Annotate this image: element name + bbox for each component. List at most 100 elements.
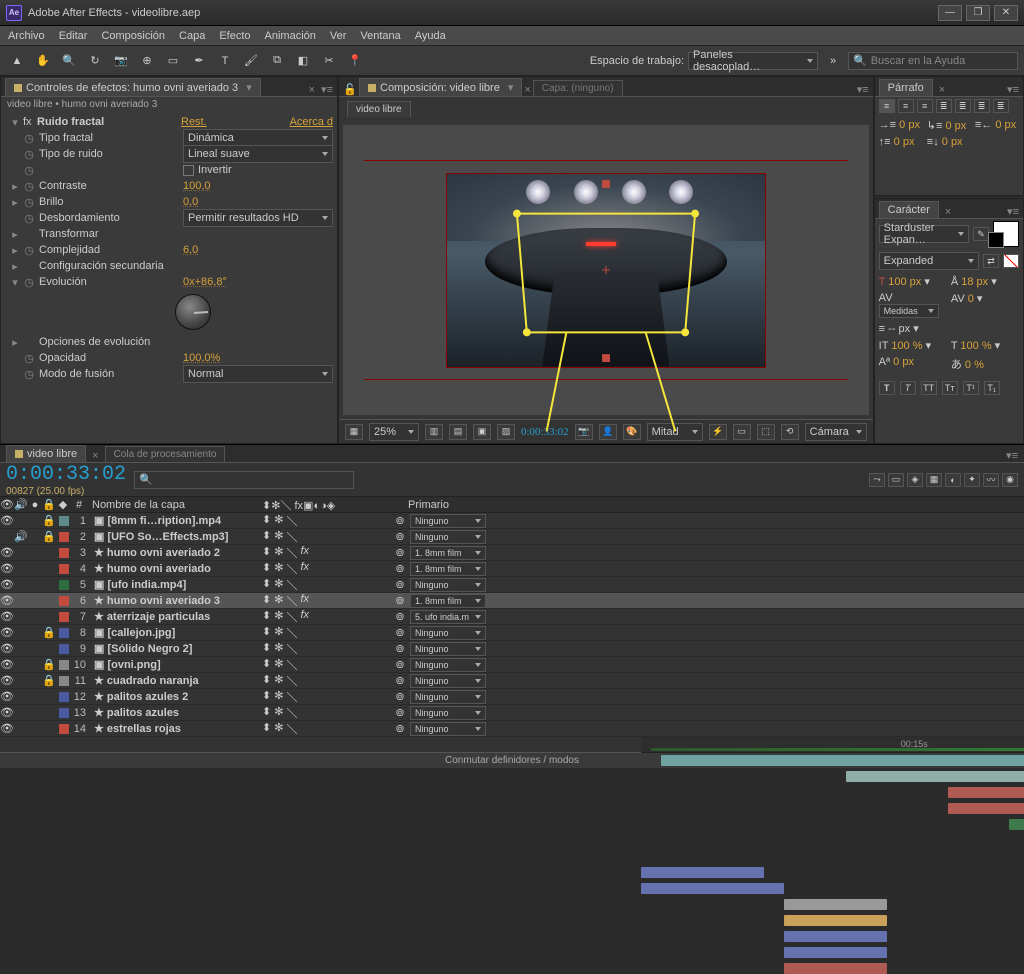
layer-switches[interactable]: ⬍✻＼fx [260, 561, 390, 577]
snapshot-icon[interactable]: 📷 [575, 424, 593, 440]
lock-icon[interactable]: 🔒 [42, 658, 56, 671]
indent-first-value[interactable]: ↳≡ 0 px [927, 119, 971, 132]
brush-tool-icon[interactable]: 🖌 [240, 50, 262, 72]
property-value[interactable]: 6,0 [183, 244, 198, 256]
parent-pickwhip-icon[interactable]: ⊚ [390, 546, 410, 559]
parent-select[interactable]: Ninguno [410, 578, 486, 592]
graph-editor-icon[interactable]: 〰 [983, 473, 999, 487]
stopwatch-icon[interactable]: ◷ [23, 164, 35, 177]
pen-tool-icon[interactable]: ✒ [188, 50, 210, 72]
subscript-icon[interactable]: T₁ [984, 381, 1000, 395]
expand-arrow-icon[interactable]: ▸ [11, 228, 19, 241]
zoom-select[interactable]: 25% [369, 423, 419, 441]
layer-bar[interactable] [1009, 819, 1024, 830]
menu-item[interactable]: Ventana [360, 30, 400, 42]
menu-item[interactable]: Editar [59, 30, 88, 42]
anchor-tool-icon[interactable]: ⊕ [136, 50, 158, 72]
color-label[interactable] [59, 628, 69, 638]
minimize-button[interactable]: — [938, 5, 962, 21]
space-after-value[interactable]: ≡↓ 0 px [927, 136, 971, 148]
menu-item[interactable]: Animación [265, 30, 316, 42]
parent-select[interactable]: Ninguno [410, 530, 486, 544]
space-before-value[interactable]: ↑≡ 0 px [879, 136, 923, 148]
layer-row[interactable]: 👁🔒10▣ [ovni.png]⬍✻＼⊚Ninguno [0, 657, 1024, 673]
baseline-value[interactable]: Aª 0 px [879, 356, 947, 372]
close-button[interactable]: ✕ [994, 5, 1018, 21]
layer-bar[interactable] [784, 963, 886, 974]
layer-name[interactable]: ★ humo ovni averiado 2 [90, 546, 260, 559]
menu-item[interactable]: Composición [101, 30, 165, 42]
viewer-timecode[interactable]: 0:00:33:02 [521, 426, 569, 438]
layer-name[interactable]: ★ estrellas rojas [90, 722, 260, 735]
panel-menu-icon[interactable]: ▾≡ [1007, 205, 1019, 218]
layer-row[interactable]: 👁6★ humo ovni averiado 3⬍✻＼fx⊚1. 8mm fil… [0, 593, 1024, 609]
parent-pickwhip-icon[interactable]: ⊚ [390, 626, 410, 639]
indent-right-value[interactable]: ≡← 0 px [975, 119, 1019, 132]
layer-switches[interactable]: ⬍✻＼ [260, 641, 390, 657]
about-link[interactable]: Acerca d [290, 116, 333, 128]
visibility-icon[interactable]: 👁 [0, 610, 14, 623]
panel-menu-icon[interactable]: ▾≡ [1006, 449, 1018, 462]
layer-search[interactable]: 🔍 [134, 471, 354, 489]
visibility-icon[interactable]: 👁 [0, 562, 14, 575]
parent-pickwhip-icon[interactable]: ⊚ [390, 578, 410, 591]
allcaps-icon[interactable]: TT [921, 381, 937, 395]
parent-select[interactable]: Ninguno [410, 514, 486, 528]
parent-pickwhip-icon[interactable]: ⊚ [390, 690, 410, 703]
layer-switches[interactable]: ⬍✻＼ [260, 657, 390, 673]
menu-item[interactable]: Ver [330, 30, 347, 42]
menu-item[interactable]: Archivo [8, 30, 45, 42]
color-label[interactable] [59, 676, 69, 686]
timeline-timecode[interactable]: 0:00:33:02 [6, 463, 126, 486]
effect-name[interactable]: Ruido fractal [37, 116, 177, 128]
rotate-tool-icon[interactable]: ↻ [84, 50, 106, 72]
zoom-tool-icon[interactable]: 🔍 [58, 50, 80, 72]
color-label[interactable] [59, 532, 69, 542]
layer-switches[interactable]: ⬍✻＼ [260, 673, 390, 689]
parent-select[interactable]: Ninguno [410, 722, 486, 736]
layer-name[interactable]: ★ palitos azules 2 [90, 690, 260, 703]
layer-switches[interactable]: ⬍✻＼ [260, 625, 390, 641]
layer-row[interactable]: 👁4★ humo ovni averiado⬍✻＼fx⊚1. 8mm film [0, 561, 1024, 577]
layer-bar[interactable] [784, 931, 886, 942]
layer-row[interactable]: 👁3★ humo ovni averiado 2⬍✻＼fx⊚1. 8mm fil… [0, 545, 1024, 561]
expand-arrow-icon[interactable]: ▸ [11, 336, 19, 349]
video-col-icon[interactable]: 👁 [0, 498, 14, 511]
layer-row[interactable]: 👁9▣ [Sólido Negro 2]⬍✻＼⊚Ninguno [0, 641, 1024, 657]
color-label[interactable] [59, 596, 69, 606]
viewer-stage[interactable] [343, 125, 869, 415]
visibility-icon[interactable]: 👁 [0, 674, 14, 687]
layer-bar[interactable] [784, 915, 886, 926]
parent-pickwhip-icon[interactable]: ⊚ [390, 706, 410, 719]
frame-blend-icon[interactable]: ▦ [926, 473, 942, 487]
property-value[interactable]: 100,0 [183, 180, 211, 192]
layer-switches[interactable]: ⬍✻＼ [260, 577, 390, 593]
color-label[interactable] [59, 516, 69, 526]
font-family-select[interactable]: Starduster Expan… [879, 225, 969, 243]
layer-name[interactable]: ★ humo ovni averiado [90, 562, 260, 575]
viewer-lock-icon[interactable]: 🔓 [343, 83, 357, 96]
parent-select[interactable]: 1. 8mm film [410, 562, 486, 576]
layer-row[interactable]: 👁7★ aterrizaje particulas⬍✻＼fx⊚5. ufo in… [0, 609, 1024, 625]
panel-menu-icon[interactable]: ▾≡ [321, 83, 333, 96]
evolution-knob[interactable] [175, 294, 211, 330]
resolution-select[interactable]: Mitad [647, 423, 703, 441]
property-value[interactable]: 0,0 [183, 196, 198, 208]
expand-arrow-icon[interactable]: ▸ [11, 260, 19, 273]
justify-left-icon[interactable]: ≣ [936, 99, 952, 113]
parent-pickwhip-icon[interactable]: ⊚ [390, 530, 410, 543]
grid-toggle-icon[interactable]: ▦ [345, 424, 363, 440]
stopwatch-icon[interactable]: ◷ [23, 244, 35, 257]
layer-switches[interactable]: ⬍✻＼ [260, 721, 390, 737]
parent-pickwhip-icon[interactable]: ⊚ [390, 594, 410, 607]
mask-toggle-icon[interactable]: ▤ [449, 424, 467, 440]
visibility-icon[interactable]: 👁 [0, 514, 14, 527]
layer-bar[interactable] [641, 883, 784, 894]
flowchart-icon[interactable]: ⬚ [757, 424, 775, 440]
camera-select[interactable]: Cámara [805, 423, 867, 441]
expand-arrow-icon[interactable]: ▾ [11, 276, 19, 289]
layer-row[interactable]: 👁🔒11★ cuadrado naranja⬍✻＼⊚Ninguno [0, 673, 1024, 689]
panel-menu-icon[interactable]: ▾≡ [1007, 83, 1019, 96]
comp-flowchart-icon[interactable]: ▭ [888, 473, 904, 487]
layer-switches[interactable]: ⬍✻＼ [260, 529, 390, 545]
